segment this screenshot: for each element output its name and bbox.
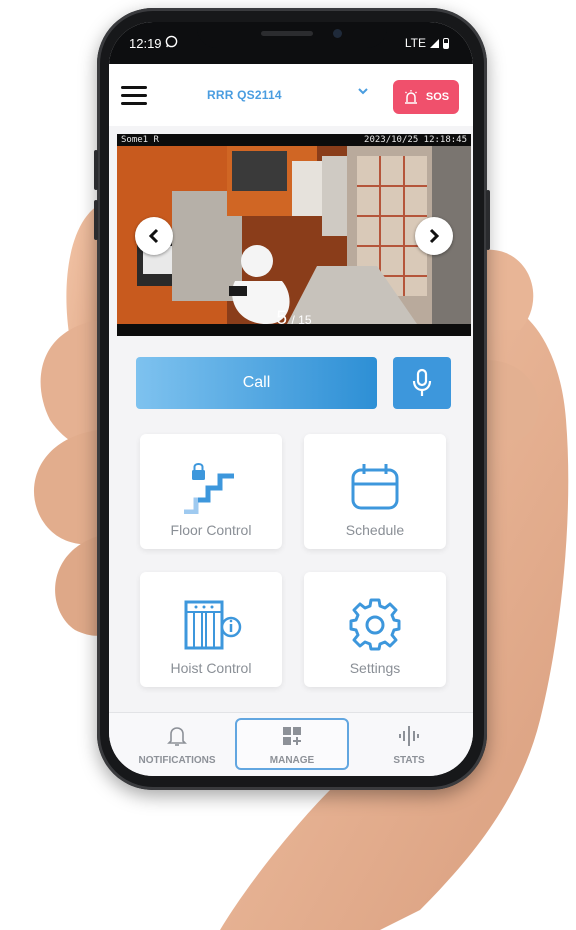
network-type: LTE bbox=[404, 36, 426, 50]
volume-button bbox=[94, 200, 98, 240]
previous-camera-button[interactable] bbox=[135, 217, 173, 255]
tab-notifications[interactable]: NOTIFICATIONS bbox=[119, 713, 235, 776]
camera-index: 5 bbox=[276, 308, 288, 329]
calendar-icon bbox=[351, 464, 399, 510]
camera-feed[interactable]: Some1 R 2023/10/25 12:18:45 5 / 15 bbox=[117, 134, 471, 336]
whatsapp-icon bbox=[165, 35, 178, 51]
sos-label: SOS bbox=[425, 91, 450, 103]
microphone-button[interactable] bbox=[393, 357, 451, 409]
phone-screen: 12:19 LTE RRR QS2114 SOS Some1 R 2023/10… bbox=[109, 22, 473, 776]
schedule-tile[interactable]: Schedule bbox=[304, 434, 446, 549]
call-label: Call bbox=[242, 374, 271, 391]
volume-button bbox=[94, 150, 98, 190]
elevator-info-icon bbox=[184, 600, 242, 650]
chevron-down-icon[interactable] bbox=[357, 84, 369, 98]
notch bbox=[197, 22, 387, 48]
status-bar: 12:19 LTE bbox=[109, 22, 473, 64]
camera-counter: 5 / 15 bbox=[117, 308, 471, 330]
waveform-icon bbox=[399, 726, 419, 746]
call-button[interactable]: Call bbox=[136, 357, 377, 409]
tab-stats-label: STATS bbox=[393, 755, 425, 766]
floor-lock-stairs-icon bbox=[184, 463, 234, 514]
chevron-right-icon bbox=[429, 228, 440, 244]
camera-total: / 15 bbox=[291, 313, 312, 327]
schedule-label: Schedule bbox=[345, 522, 405, 538]
site-selector[interactable]: RRR QS2114 bbox=[207, 88, 282, 102]
grid-add-icon bbox=[283, 727, 301, 745]
hoist-control-label: Hoist Control bbox=[170, 660, 252, 676]
tab-notifications-label: NOTIFICATIONS bbox=[138, 755, 216, 766]
app-header: RRR QS2114 SOS bbox=[109, 64, 473, 126]
sos-button[interactable]: SOS bbox=[393, 80, 459, 114]
settings-label: Settings bbox=[349, 660, 401, 676]
signal-icon bbox=[430, 38, 439, 48]
alarm-light-icon bbox=[404, 90, 417, 104]
camera-label: Some1 R bbox=[121, 135, 159, 145]
bell-icon bbox=[167, 727, 187, 746]
settings-tile[interactable]: Settings bbox=[304, 572, 446, 687]
bottom-tab-bar: NOTIFICATIONS MANAGE STATS bbox=[109, 712, 473, 776]
power-button bbox=[486, 190, 490, 250]
camera-timestamp: 2023/10/25 12:18:45 bbox=[364, 135, 467, 145]
menu-icon[interactable] bbox=[121, 86, 147, 106]
battery-icon bbox=[443, 37, 449, 49]
status-time: 12:19 bbox=[129, 36, 162, 51]
microphone-icon bbox=[412, 368, 432, 396]
hoist-control-tile[interactable]: Hoist Control bbox=[140, 572, 282, 687]
chevron-left-icon bbox=[148, 228, 159, 244]
floor-control-tile[interactable]: Floor Control bbox=[140, 434, 282, 549]
floor-control-label: Floor Control bbox=[170, 522, 252, 538]
tab-stats[interactable]: STATS bbox=[353, 713, 465, 776]
status-indicators: LTE bbox=[405, 36, 449, 50]
next-camera-button[interactable] bbox=[415, 217, 453, 255]
gear-icon bbox=[349, 598, 401, 651]
tab-manage[interactable]: MANAGE bbox=[235, 713, 349, 776]
tab-manage-label: MANAGE bbox=[269, 755, 315, 766]
